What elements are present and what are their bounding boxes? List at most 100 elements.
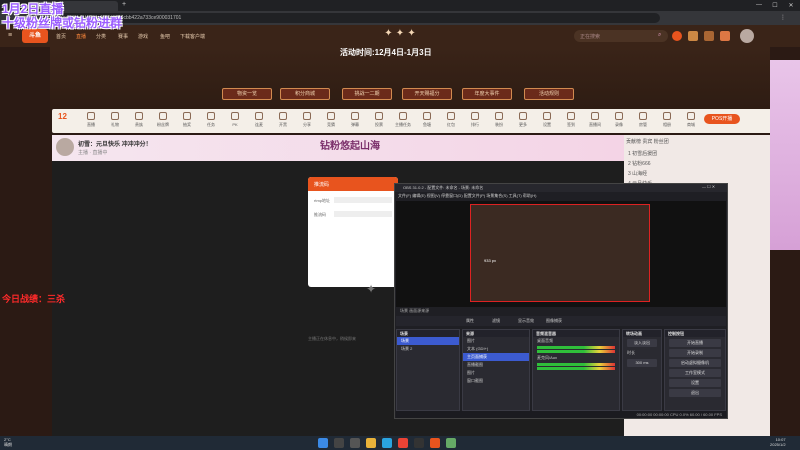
obs-filters-button[interactable]: 滤镜 <box>492 318 500 324</box>
tool-23[interactable]: 房管 <box>632 111 654 131</box>
tool-16[interactable]: 排行 <box>464 111 486 131</box>
obs-source-item[interactable]: 图片 <box>463 369 529 377</box>
user-avatar[interactable] <box>740 29 754 43</box>
minimize-icon[interactable]: — <box>754 2 764 10</box>
tool-12[interactable]: 投票 <box>368 111 390 131</box>
overlay-text-fans: 十级粉丝牌或钻粉进群 <box>2 16 123 30</box>
tool-24[interactable]: 相册 <box>656 111 678 131</box>
event-button-challenge[interactable]: 挑战一二期 <box>342 88 392 100</box>
event-button-supplies[interactable]: 物资一览 <box>222 88 272 100</box>
search-taskbar-icon[interactable] <box>334 438 344 448</box>
message-icon[interactable] <box>720 31 730 41</box>
obs-scene-item[interactable]: 场景 2 <box>397 345 459 353</box>
taskbar-clock[interactable]: 10:07 2025/1/2 <box>770 437 786 447</box>
nav-home[interactable]: 首页 <box>56 33 66 40</box>
obs-source-item[interactable]: 图片 <box>463 337 529 345</box>
browser-menu-icon[interactable]: ⋮ <box>780 14 786 21</box>
obs-start-streaming-button[interactable]: 开始直播 <box>669 339 721 347</box>
tool-11[interactable]: 弹幕 <box>344 111 366 131</box>
event-button-annual[interactable]: 年度大事件 <box>462 88 512 100</box>
obs-transition-select[interactable]: 淡入淡出 <box>627 339 657 347</box>
obs-scene-item[interactable]: 场景 <box>397 337 459 345</box>
tool-0[interactable]: 直播 <box>80 111 102 131</box>
tool-9[interactable]: 分享 <box>296 111 318 131</box>
follow-icon[interactable] <box>704 31 714 41</box>
obs-studio-mode-button[interactable]: 工作室模式 <box>669 369 721 377</box>
douyu-taskbar-icon[interactable] <box>430 438 440 448</box>
obs-preview-capture[interactable] <box>470 204 650 302</box>
rank-item[interactable]: 1 初雪后援团 <box>628 150 768 160</box>
new-tab-button[interactable]: + <box>122 1 126 8</box>
event-button-shop[interactable]: 积分商城 <box>280 88 330 100</box>
rtmp-label: rtmp地址 <box>314 198 330 203</box>
tool-8[interactable]: 开黑 <box>272 111 294 131</box>
obs-source-item[interactable]: 文本 (GDI+) <box>463 345 529 353</box>
obs-audio-button[interactable]: 显示音效 <box>518 318 534 324</box>
obs-source-item[interactable]: 直播截图 <box>463 361 529 369</box>
rank-item[interactable]: 3 山海经 <box>628 170 768 180</box>
tool-14[interactable]: 鱼塘 <box>416 111 438 131</box>
close-window-icon[interactable]: ✕ <box>786 2 796 10</box>
rtmp-field[interactable] <box>334 197 392 203</box>
pos-live-button[interactable]: POS开播 <box>704 114 740 124</box>
tool-21[interactable]: 直播间 <box>584 111 606 131</box>
site-logo[interactable]: 斗鱼 <box>22 29 48 43</box>
tool-20[interactable]: 签到 <box>560 111 582 131</box>
history-icon[interactable] <box>688 31 698 41</box>
weather-widget[interactable]: 2°C 晴朗 <box>4 437 12 448</box>
event-button-rules[interactable]: 活动规则 <box>524 88 574 100</box>
nav-download[interactable]: 下载客户端 <box>180 33 205 40</box>
obs-audio-header: 音频混音器 <box>533 330 619 337</box>
tool-2[interactable]: 贵族 <box>128 111 150 131</box>
nav-events[interactable]: 赛事 <box>118 33 128 40</box>
taskview-icon[interactable] <box>350 438 360 448</box>
obs-properties-button[interactable]: 属性 <box>466 318 474 324</box>
nav-games[interactable]: 游戏 <box>138 33 148 40</box>
tool-1[interactable]: 礼物 <box>104 111 126 131</box>
obs-source-item[interactable]: 主页面捕获 <box>463 353 529 361</box>
tool-4[interactable]: 抽奖 <box>176 111 198 131</box>
rank-tabs[interactable]: 贡献榜 贵宾 粉丝团 <box>626 138 669 145</box>
nav-category[interactable]: 分类 <box>96 33 106 40</box>
stream-key-field[interactable] <box>334 211 392 217</box>
streamer-avatar[interactable] <box>56 138 74 156</box>
tool-7[interactable]: 连麦 <box>248 111 270 131</box>
obs-capture-button[interactable]: 图像捕获 <box>546 318 562 324</box>
obs-scenes-dock: 场景 场景 场景 2 <box>396 329 460 411</box>
obs-taskbar-icon[interactable] <box>414 438 424 448</box>
tool-25[interactable]: 商城 <box>680 111 702 131</box>
obs-exit-button[interactable]: 退出 <box>669 389 721 397</box>
tool-18[interactable]: 更多 <box>512 111 534 131</box>
tool-5[interactable]: 任务 <box>200 111 222 131</box>
tool-6[interactable]: PK <box>224 111 246 131</box>
tool-15[interactable]: 红包 <box>440 111 462 131</box>
nav-forum[interactable]: 鱼吧 <box>160 33 170 40</box>
start-icon[interactable] <box>318 438 328 448</box>
obs-start-recording-button[interactable]: 开始录制 <box>669 349 721 357</box>
explorer-icon[interactable] <box>366 438 376 448</box>
tool-3[interactable]: 粉丝牌 <box>152 111 174 131</box>
chrome-icon[interactable] <box>398 438 408 448</box>
obs-window-controls[interactable]: — ☐ ✕ <box>702 184 715 189</box>
obs-source-item[interactable]: 窗口截图 <box>463 377 529 385</box>
nav-live[interactable]: 直播 <box>76 33 86 40</box>
wechat-icon[interactable] <box>446 438 456 448</box>
search-icon[interactable]: ⌕ <box>658 32 661 39</box>
event-button-blessing[interactable]: 开天赐福分 <box>402 88 452 100</box>
obs-virtual-camera-button[interactable]: 启动虚拟摄像机 <box>669 359 721 367</box>
tool-10[interactable]: 竞猜 <box>320 111 342 131</box>
obs-settings-button[interactable]: 设置 <box>669 379 721 387</box>
tool-13[interactable]: 主播任务 <box>392 111 414 131</box>
url-field[interactable]: douyu.com/topic/...?id=4655(9754cbb422a7… <box>40 13 660 23</box>
notification-icon[interactable] <box>672 31 682 41</box>
tool-22[interactable]: 录像 <box>608 111 630 131</box>
tool-19[interactable]: 设置 <box>536 111 558 131</box>
rank-item[interactable]: 2 钻粉666 <box>628 160 768 170</box>
tool-17[interactable]: 装扮 <box>488 111 510 131</box>
menu-icon[interactable]: ≡ <box>8 32 12 39</box>
site-search-input[interactable]: 正在搜索 <box>574 30 668 42</box>
obs-menu-bar[interactable]: 文件(F) 编辑(E) 视图(V) 停靠窗口(D) 配置文件(P) 场景集合(S… <box>395 192 727 200</box>
edge-icon[interactable] <box>382 438 392 448</box>
obs-duration-input[interactable]: 300 ms <box>627 359 657 367</box>
maximize-icon[interactable]: ☐ <box>770 2 780 10</box>
